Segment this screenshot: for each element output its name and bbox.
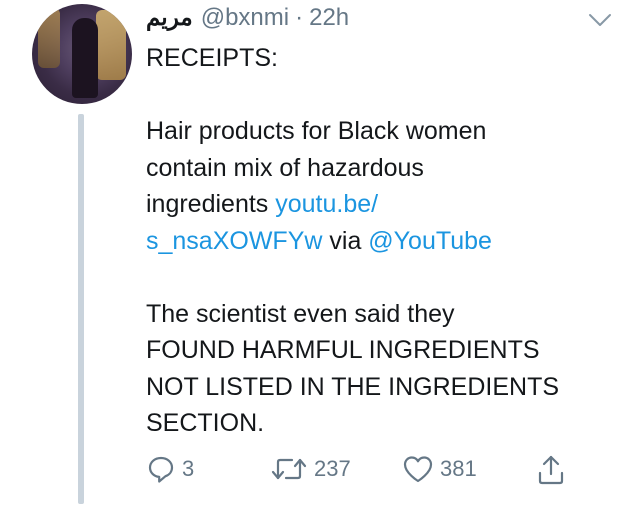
tweet-text-line: ingredients youtu.be/: [146, 186, 626, 223]
like-count: 381: [440, 456, 477, 481]
separator-dot: ·: [295, 4, 304, 31]
avatar-background-light: [96, 10, 126, 80]
share-icon: [538, 455, 564, 485]
tweet-text-line: FOUND HARMFUL INGREDIENTS: [146, 336, 540, 364]
action-bar: 3 237 381: [0, 450, 640, 490]
like-button[interactable]: 381: [402, 454, 477, 484]
share-button[interactable]: [536, 454, 566, 486]
tweet-text-fragment: ingredients: [146, 190, 276, 218]
user-handle[interactable]: @bxnmi: [201, 4, 289, 32]
tweet-text-line: The scientist even said they: [146, 299, 455, 328]
tweet-text-line: Hair products for Black women: [146, 117, 487, 145]
avatar-background-light: [38, 8, 60, 68]
via-text: via: [322, 226, 369, 255]
tweet-text-line: RECEIPTS:: [146, 44, 278, 72]
retweet-count: 237: [314, 456, 351, 481]
display-name[interactable]: مريم: [146, 4, 193, 31]
retweet-button[interactable]: 237: [270, 454, 351, 484]
tweet-text-line: SECTION.: [146, 409, 265, 437]
reply-count: 3: [182, 456, 195, 481]
url-link-continued[interactable]: s_nsaXOWFYw: [146, 227, 322, 255]
avatar[interactable]: [32, 4, 132, 104]
reply-button[interactable]: 3: [146, 454, 194, 484]
retweet-icon: [271, 458, 307, 480]
heart-icon: [403, 456, 433, 483]
tweet-text-line: contain mix of hazardous: [146, 153, 424, 182]
tweet-header: مريم @bxnmi · 22h: [146, 4, 349, 34]
thread-line: [78, 114, 84, 504]
tweet-text: RECEIPTS: Hair products for Black women …: [146, 40, 626, 442]
avatar-figure: [72, 18, 98, 98]
mention-link[interactable]: @YouTube: [368, 227, 492, 255]
timestamp[interactable]: 22h: [309, 4, 349, 32]
url-link[interactable]: youtu.be/: [275, 190, 378, 218]
chevron-down-icon[interactable]: [588, 12, 612, 28]
reply-icon: [148, 456, 174, 483]
tweet-text-line: NOT LISTED IN THE INGREDIENTS: [146, 372, 560, 401]
tweet-text-line: s_nsaXOWFYw via @YouTube: [146, 223, 626, 260]
